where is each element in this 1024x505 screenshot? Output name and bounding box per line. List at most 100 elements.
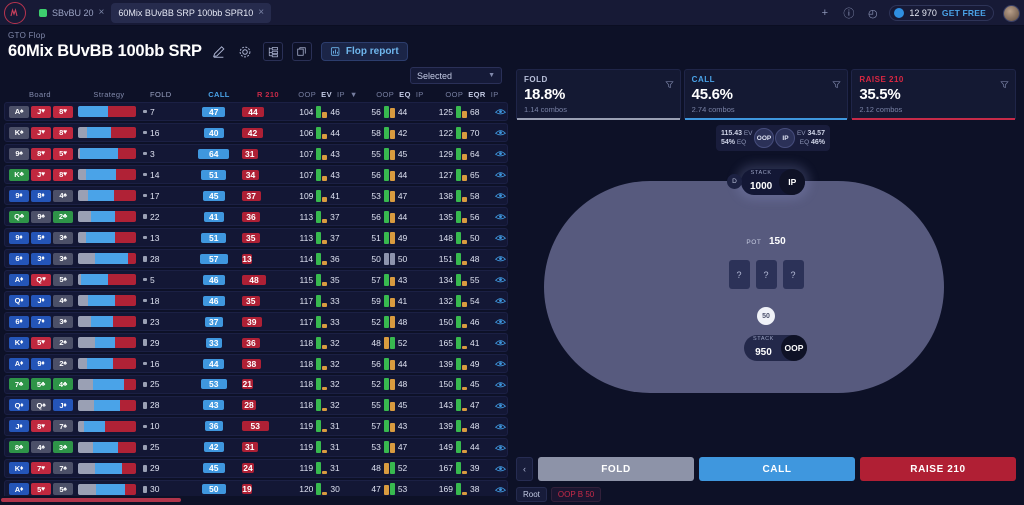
ip-badge[interactable]: IP [775,128,796,148]
view-range-cell[interactable] [494,126,507,139]
flop-report-button[interactable]: Flop report [320,42,408,61]
eye-icon[interactable] [494,336,507,349]
ip-player-seat[interactable]: D STACK 1000 IP [727,169,806,195]
raise-button[interactable]: RAISE 210 [860,457,1016,481]
fold-button[interactable]: FOLD [538,457,694,481]
view-range-cell[interactable] [494,210,507,223]
column-header-call[interactable]: CALL [194,90,244,99]
gear-icon[interactable] [237,43,254,60]
action-card-fold[interactable]: FOLD 18.8% 1.14 combos [516,69,681,120]
eye-icon[interactable] [494,357,507,370]
view-range-cell[interactable] [494,231,507,244]
filter-icon[interactable] [665,76,674,89]
eye-icon[interactable] [494,483,507,496]
filter-icon[interactable] [832,76,841,89]
view-range-cell[interactable] [494,336,507,349]
eye-icon[interactable] [494,231,507,244]
horizontal-scrollbar[interactable] [1,498,181,502]
action-card-call[interactable]: CALL 45.6% 2.74 combos [683,69,849,120]
oop-badge[interactable]: OOP [754,128,774,148]
close-icon[interactable]: × [258,7,264,18]
table-row[interactable]: Q ♦ Q ♠ J ♦ 28 43 28 118 32 55 45 143 47 [4,395,508,416]
eye-icon[interactable] [494,252,507,265]
view-range-cell[interactable] [494,105,507,118]
avatar[interactable] [1003,4,1020,22]
breadcrumb-item[interactable]: OOP B 50 [550,487,602,502]
plus-icon[interactable]: + [817,6,832,21]
call-button[interactable]: CALL [699,457,855,481]
copy-icon[interactable] [291,42,312,61]
help-icon[interactable]: ⓘ [841,6,856,21]
oop-player-seat[interactable]: STACK 950 OOP [744,335,807,361]
table-row[interactable]: 9 ♠ 8 ♥ 5 ♥ 3 64 31 107 43 55 45 129 64 [4,143,508,164]
coin-balance-pill[interactable]: 12 970 GET FREE [889,5,994,21]
close-icon[interactable]: × [99,7,105,18]
table-row[interactable]: K ♦ 7 ♥ 7 ♠ 29 45 24 119 31 48 52 167 39 [4,458,508,479]
table-row[interactable]: Q ♦ J ♦ 4 ♠ 18 46 35 117 33 59 41 132 54 [4,290,508,311]
view-range-cell[interactable] [494,357,507,370]
back-button[interactable]: ‹ [516,457,533,481]
table-row[interactable]: J ♦ 8 ♥ 7 ♠ 10 36 53 119 31 57 43 139 48 [4,416,508,437]
action-card-raise[interactable]: RAISE 210 35.5% 2.12 combos [851,69,1017,120]
column-header-fold[interactable]: FOLD [142,90,194,99]
tab-sbvbu[interactable]: SBvBU 20 × [32,3,111,23]
history-icon[interactable]: ◴ [865,6,880,21]
column-header-eq[interactable]: OOP EQ IP [364,90,436,99]
board-rows[interactable]: A ♠ J ♥ 8 ♥ 7 47 44 104 46 56 44 125 68 K ♠ J ♥ 8 ♥ 16 40 42 106… [4,102,508,496]
table-row[interactable]: A ♦ Q ♥ 5 ♠ 5 46 48 115 35 57 43 134 55 [4,269,508,290]
sort-arrow-icon[interactable]: ▼ [350,90,358,99]
view-range-cell[interactable] [494,378,507,391]
view-range-cell[interactable] [494,399,507,412]
eye-icon[interactable] [494,441,507,454]
table-row[interactable]: K ♣ J ♥ 8 ♥ 14 51 34 107 43 56 44 127 65 [4,164,508,185]
eye-icon[interactable] [494,462,507,475]
view-range-cell[interactable] [494,483,507,496]
table-row[interactable]: 7 ♣ 5 ♣ 4 ♣ 25 53 21 118 32 52 48 150 45 [4,374,508,395]
table-row[interactable]: 8 ♣ 4 ♠ 3 ♣ 25 42 31 119 31 53 47 149 44 [4,437,508,458]
eye-icon[interactable] [494,126,507,139]
eye-icon[interactable] [494,315,507,328]
get-free-link[interactable]: GET FREE [942,8,986,18]
column-header-eqr[interactable]: OOP EQR IP [436,90,508,99]
eye-icon[interactable] [494,105,507,118]
view-range-cell[interactable] [494,168,507,181]
table-row[interactable]: A ♦ 9 ♦ 2 ♠ 16 44 38 118 32 56 44 139 49 [4,353,508,374]
table-row[interactable]: K ♦ 5 ♥ 2 ♠ 29 33 36 118 32 48 52 165 41 [4,332,508,353]
view-range-cell[interactable] [494,441,507,454]
table-row[interactable]: A ♠ J ♥ 8 ♥ 7 47 44 104 46 56 44 125 68 [4,102,508,122]
table-row[interactable]: 9 ♦ 5 ♦ 3 ♠ 13 51 35 113 37 51 49 148 50 [4,227,508,248]
eye-icon[interactable] [494,399,507,412]
edit-pencil-icon[interactable] [211,43,228,60]
column-header-raise[interactable]: R 210 [244,90,292,99]
column-header-ev[interactable]: OOP EV IP ▼ [292,90,364,99]
eye-icon[interactable] [494,273,507,286]
column-header-strategy[interactable]: Strategy [76,90,142,99]
table-row[interactable]: 6 ♦ 3 ♦ 3 ♠ 28 57 13 114 36 50 50 151 48 [4,248,508,269]
eye-icon[interactable] [494,168,507,181]
table-row[interactable]: A ♦ 5 ♥ 5 ♠ 30 50 19 120 30 47 53 169 38 [4,479,508,496]
view-range-cell[interactable] [494,462,507,475]
eye-icon[interactable] [494,210,507,223]
selected-dropdown[interactable]: Selected ▼ [410,67,502,84]
eye-icon[interactable] [494,294,507,307]
eye-icon[interactable] [494,378,507,391]
view-range-cell[interactable] [494,252,507,265]
column-header-board[interactable]: Board [4,90,76,99]
breadcrumb-item[interactable]: Root [516,487,547,502]
tab-60mix-buvbb[interactable]: 60Mix BUvBB SRP 100bb SPR10 × [111,2,272,23]
view-range-cell[interactable] [494,315,507,328]
table-row[interactable]: 6 ♦ 7 ♦ 3 ♠ 23 37 39 117 33 52 48 150 46 [4,311,508,332]
eye-icon[interactable] [494,189,507,202]
view-range-cell[interactable] [494,147,507,160]
table-row[interactable]: Q ♣ 9 ♠ 2 ♣ 22 41 36 113 37 56 44 135 56 [4,206,508,227]
table-row[interactable]: 9 ♦ 8 ♦ 4 ♠ 17 45 37 109 41 53 47 138 58 [4,185,508,206]
eye-icon[interactable] [494,420,507,433]
view-range-cell[interactable] [494,294,507,307]
eye-icon[interactable] [494,147,507,160]
view-range-cell[interactable] [494,420,507,433]
view-range-cell[interactable] [494,189,507,202]
community-card[interactable]: ? [728,260,750,289]
table-row[interactable]: K ♠ J ♥ 8 ♥ 16 40 42 106 44 58 42 122 70 [4,122,508,143]
filter-icon[interactable] [1000,76,1009,89]
view-range-cell[interactable] [494,273,507,286]
